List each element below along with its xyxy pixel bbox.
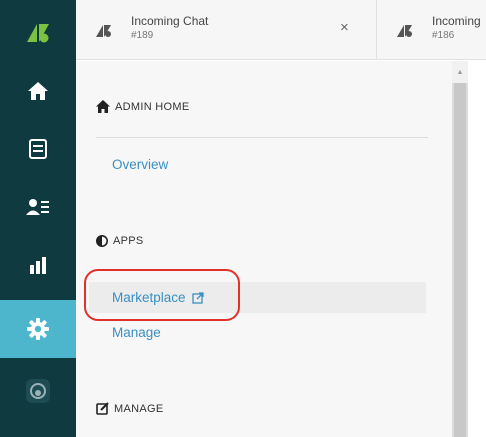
section-apps: APPS <box>96 235 144 247</box>
settings-icon <box>27 318 49 340</box>
tab-title: Incoming <box>432 14 481 28</box>
rail-reports[interactable] <box>0 236 76 294</box>
edit-icon <box>96 402 109 415</box>
admin-panel: ADMIN HOME Overview APPS Marketplace Man… <box>76 61 452 437</box>
rail-home[interactable] <box>0 62 76 120</box>
overview-link[interactable]: Overview <box>112 157 168 172</box>
left-nav-rail <box>0 0 76 437</box>
section-title: APPS <box>113 235 144 247</box>
tab-title: Incoming Chat <box>131 14 209 28</box>
tab-ticket-number: #186 <box>432 30 455 41</box>
tab-incoming-chat-189[interactable]: Incoming Chat #189 × <box>76 0 376 60</box>
scroll-thumb[interactable] <box>454 83 466 437</box>
section-title: ADMIN HOME <box>115 100 190 113</box>
status-icon <box>26 379 50 403</box>
zendesk-logo-icon <box>95 24 113 43</box>
rail-admin[interactable] <box>0 300 76 358</box>
home-icon <box>96 100 110 113</box>
content-area <box>468 61 486 437</box>
contacts-icon <box>26 199 49 215</box>
divider <box>96 137 428 138</box>
apps-icon <box>96 235 108 247</box>
tab-ticket-number: #189 <box>131 30 154 41</box>
rail-views[interactable] <box>0 120 76 178</box>
zendesk-logo-icon <box>27 24 49 43</box>
manage-apps-link[interactable]: Manage <box>112 325 161 340</box>
section-admin-home: ADMIN HOME <box>96 100 190 113</box>
scroll-up-arrow-icon[interactable]: ▲ <box>452 61 468 83</box>
rail-customers[interactable] <box>0 178 76 236</box>
zendesk-logo-icon <box>396 24 414 43</box>
inbox-icon <box>29 139 47 159</box>
panel-scrollbar[interactable]: ▲ <box>452 61 468 437</box>
rail-status[interactable] <box>0 362 76 420</box>
reports-icon <box>30 257 46 274</box>
tab-incoming-186[interactable]: Incoming #186 <box>377 0 486 60</box>
zendesk-logo[interactable] <box>0 8 76 58</box>
marketplace-highlight <box>84 269 240 321</box>
section-manage: MANAGE <box>96 402 163 415</box>
tab-bar: Incoming Chat #189 × Incoming #186 <box>76 0 486 60</box>
home-icon <box>28 82 48 100</box>
close-icon[interactable]: × <box>340 19 349 36</box>
section-title: MANAGE <box>114 402 164 415</box>
